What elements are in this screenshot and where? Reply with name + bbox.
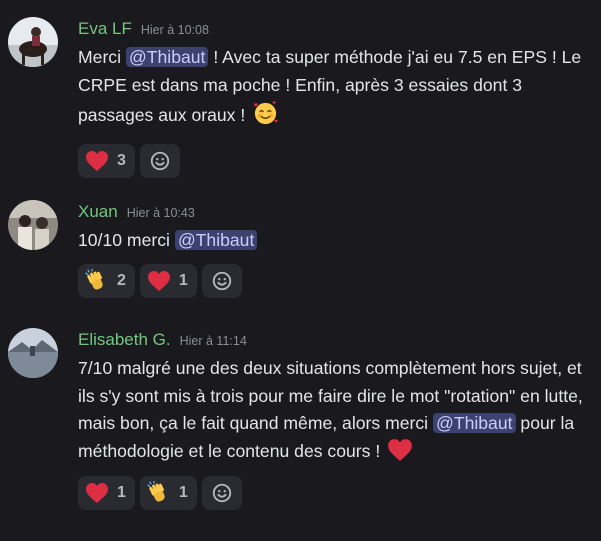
heart-icon	[85, 482, 109, 504]
reaction-heart[interactable]: 1	[78, 476, 135, 510]
author-name[interactable]: Elisabeth G.	[78, 330, 171, 350]
mention[interactable]: @Thibaut	[432, 413, 516, 433]
message-text: Merci @Thibaut ! Avec ta super méthode j…	[78, 44, 595, 135]
reaction-count: 1	[117, 484, 126, 501]
timestamp: Hier à 11:14	[179, 334, 247, 348]
mention[interactable]: @Thibaut	[125, 47, 209, 67]
heart-icon	[85, 150, 109, 172]
heart-icon	[147, 270, 171, 292]
add-reaction-button[interactable]	[201, 263, 242, 298]
reactions: 2 1	[78, 263, 595, 298]
clapping-hands-icon	[85, 269, 109, 293]
clapping-hands-icon	[147, 481, 171, 505]
reaction-count: 3	[117, 151, 126, 169]
reactions: 1 1	[78, 476, 595, 510]
heart-icon	[387, 438, 413, 471]
reaction-count: 1	[178, 484, 188, 501]
smile-icon	[211, 482, 233, 504]
timestamp: Hier à 10:08	[140, 23, 209, 37]
reaction-heart[interactable]: 1	[139, 263, 197, 298]
reaction-heart[interactable]: 3	[78, 143, 135, 178]
message-text: 10/10 merci @Thibaut	[78, 227, 595, 255]
smile-icon	[211, 270, 233, 292]
reaction-clap[interactable]: 1	[139, 476, 197, 510]
avatar[interactable]	[8, 17, 58, 67]
message-text: 7/10 malgré une des deux situations comp…	[78, 355, 595, 470]
reaction-count: 2	[117, 271, 126, 289]
reactions: 3	[78, 143, 595, 178]
reaction-clap[interactable]: 2	[78, 263, 135, 298]
smiling-face-with-hearts-icon	[252, 99, 279, 135]
author-name[interactable]: Xuan	[78, 202, 118, 222]
mention[interactable]: @Thibaut	[174, 230, 258, 250]
avatar[interactable]	[8, 328, 58, 378]
smile-icon	[149, 150, 171, 172]
avatar[interactable]	[8, 200, 58, 250]
reaction-count: 1	[178, 271, 188, 289]
author-name[interactable]: Eva LF	[78, 19, 132, 39]
add-reaction-button[interactable]	[201, 476, 242, 510]
timestamp: Hier à 10:43	[126, 206, 195, 220]
add-reaction-button[interactable]	[139, 143, 180, 178]
